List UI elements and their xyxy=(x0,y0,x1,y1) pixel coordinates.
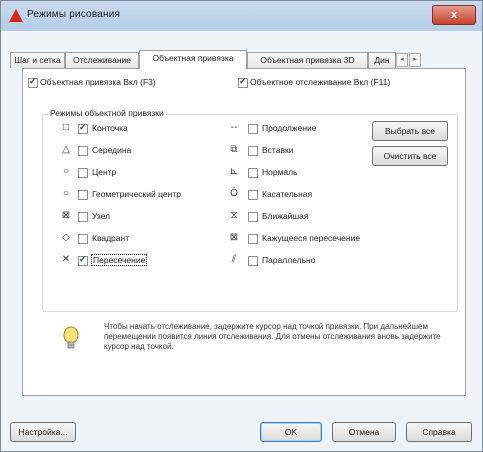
perpendicular-icon: ⊾ xyxy=(229,166,239,177)
help-button[interactable]: Справка xyxy=(406,422,472,442)
extension-icon: ‐‐ xyxy=(230,122,238,133)
endpoint-checkbox[interactable] xyxy=(78,122,88,134)
endpoint-square-icon: □ xyxy=(62,122,70,133)
lightbulb-icon xyxy=(63,326,79,349)
intersection-checkbox[interactable] xyxy=(78,254,88,266)
intersection-label: Пересечение xyxy=(91,254,148,266)
nearest-label: Ближайшая xyxy=(262,211,309,221)
tab-snap-grid[interactable]: Шаг и сетка xyxy=(10,52,65,68)
tangent-checkbox[interactable] xyxy=(248,190,258,200)
node-label: Узел xyxy=(92,211,111,221)
insertion-checkbox[interactable] xyxy=(248,146,258,156)
cancel-button[interactable]: Отмена xyxy=(332,422,396,442)
object-snap-on-label: Объектная привязка Вкл (F3) xyxy=(40,77,156,87)
tangent-icon: Ō xyxy=(230,188,238,199)
object-snap-on-checkbox[interactable] xyxy=(28,76,38,88)
title-bar[interactable]: Режимы рисования x xyxy=(1,1,482,31)
geometric-center-checkbox[interactable] xyxy=(78,190,88,200)
tab-dynamic-input[interactable]: Дин xyxy=(368,52,396,68)
midpoint-checkbox[interactable] xyxy=(78,146,88,156)
node-checkbox[interactable] xyxy=(78,212,88,222)
close-button[interactable]: x xyxy=(432,5,476,25)
tab-tracking[interactable]: Отслеживание xyxy=(65,52,139,68)
quadrant-label: Квадрант xyxy=(92,233,130,243)
quadrant-checkbox[interactable] xyxy=(78,234,88,244)
tab-object-snap[interactable]: Объектная привязка xyxy=(139,50,247,69)
tab-object-snap-3d[interactable]: Объектная привязка 3D xyxy=(247,52,368,68)
settings-button[interactable]: Настройка... xyxy=(10,422,76,442)
extension-checkbox[interactable] xyxy=(248,124,258,134)
insertion-icon: ⧉ xyxy=(230,144,238,155)
perpendicular-checkbox[interactable] xyxy=(248,168,258,178)
tab-scroll-left-button[interactable]: ◂ xyxy=(396,53,408,67)
node-icon: ⊠ xyxy=(61,210,71,221)
tab-scroll-right-button[interactable]: ▸ xyxy=(409,53,421,67)
tangent-label: Касательная xyxy=(262,189,313,199)
quadrant-diamond-icon: ◇ xyxy=(62,232,70,243)
center-label: Центр xyxy=(92,167,117,177)
ok-button[interactable]: OK xyxy=(260,422,322,442)
intersection-x-icon: ✕ xyxy=(61,254,71,265)
window-title: Режимы рисования xyxy=(27,9,121,20)
apparent-intersection-icon: ⊠ xyxy=(229,232,239,243)
center-circle-icon: ○ xyxy=(62,166,70,177)
apparent-intersection-label: Кажущееся пересечение xyxy=(262,233,361,243)
perpendicular-label: Нормаль xyxy=(262,167,298,177)
select-all-button[interactable]: Выбрать все xyxy=(372,121,448,141)
geometric-center-icon: ○ xyxy=(62,188,70,199)
endpoint-label: Конточка xyxy=(92,123,128,133)
insertion-label: Вставки xyxy=(262,145,294,155)
object-tracking-on-checkbox[interactable] xyxy=(238,76,248,88)
apparent-intersection-checkbox[interactable] xyxy=(248,234,258,244)
clear-all-button[interactable]: Очистить все xyxy=(372,146,448,166)
snap-modes-group-title: Режимы объектной привязки xyxy=(48,108,166,118)
extension-label: Продолжение xyxy=(262,123,317,133)
parallel-checkbox[interactable] xyxy=(248,256,258,266)
geometric-center-label: Геометрический центр xyxy=(92,189,181,199)
autocad-logo-icon xyxy=(9,9,23,22)
parallel-icon: ⫽ xyxy=(231,254,237,265)
nearest-icon: ⧖ xyxy=(230,210,238,221)
parallel-label: Параллельно xyxy=(262,255,316,265)
nearest-checkbox[interactable] xyxy=(248,212,258,222)
center-checkbox[interactable] xyxy=(78,168,88,178)
tracking-hint-text: Чтобы начать отслеживание, задержите кур… xyxy=(104,322,441,351)
midpoint-triangle-icon: △ xyxy=(62,144,70,155)
midpoint-label: Середина xyxy=(92,145,132,155)
object-tracking-on-label: Объектное отслеживание Вкл (F11) xyxy=(250,77,391,87)
